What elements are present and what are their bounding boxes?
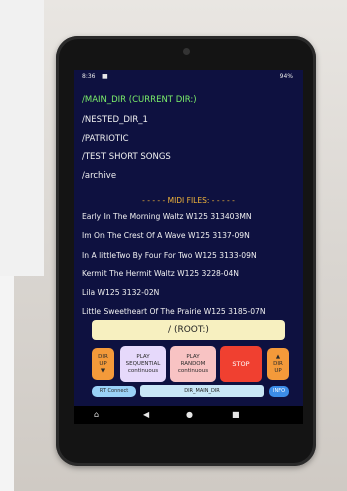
song-item[interactable]: Early In The Morning Waltz W125 313403MN (82, 212, 252, 221)
home-circle-icon[interactable]: ● (186, 410, 193, 419)
btn-line: SEQUENTIAL (125, 360, 161, 367)
dir-up-button-left[interactable]: DIR UP ▼ (92, 348, 114, 380)
play-sequential-button[interactable]: PLAY SEQUENTIAL continuous (120, 346, 166, 382)
song-item[interactable]: Im On The Crest Of A Wave W125 3137-09N (82, 231, 250, 240)
btn-line: continuous (127, 367, 159, 374)
song-item[interactable]: In A littleTwo By Four For Two W125 3133… (82, 251, 257, 260)
status-time: 8:36 (82, 73, 96, 80)
arrow-up-icon: ▲ (275, 353, 281, 360)
dir-up-button-right[interactable]: ▲ DIR UP (267, 348, 289, 380)
left-panel (0, 0, 44, 276)
btn-line: RANDOM (180, 360, 206, 367)
song-item[interactable]: Lila W125 3132-02N (82, 288, 159, 297)
home-icon[interactable]: ⌂ (94, 410, 99, 419)
info-button[interactable]: INFO (269, 386, 289, 397)
dir-label: DIR (98, 353, 108, 360)
song-item[interactable]: Kermit The Hermit Waltz W125 3228-04N (82, 269, 239, 278)
up-label: UP (274, 367, 282, 374)
btn-line: PLAY (136, 353, 150, 360)
dir-item[interactable]: /archive (82, 171, 116, 181)
btn-line: PLAY (186, 353, 200, 360)
current-path-display: DIR_MAIN_DIR (140, 385, 264, 397)
dir-item[interactable]: /PATRIOTIC (82, 134, 129, 144)
tablet-screen: 8:36 ■ 94% /MAIN_DIR (CURRENT DIR:) /NES… (74, 70, 303, 424)
rt-connect-button[interactable]: RT Connect (92, 386, 136, 397)
stop-label: STOP (232, 359, 250, 368)
up-label: UP (99, 360, 107, 367)
dir-label: DIR (273, 360, 283, 367)
dir-item[interactable]: /NESTED_DIR_1 (82, 115, 148, 125)
notification-icon: ■ (102, 73, 108, 80)
android-nav-bar: ⌂ ◀ ● ■ (74, 406, 303, 424)
back-icon[interactable]: ◀ (143, 410, 149, 419)
btn-line: continuous (177, 367, 209, 374)
dir-item[interactable]: /TEST SHORT SONGS (82, 152, 171, 162)
play-random-button[interactable]: PLAY RANDOM continuous (170, 346, 216, 382)
status-bar: 8:36 ■ 94% (74, 70, 303, 82)
song-item[interactable]: Little Sweetheart Of The Prairie W125 31… (82, 307, 266, 316)
dir-item-current[interactable]: /MAIN_DIR (CURRENT DIR:) (82, 95, 197, 105)
recents-icon[interactable]: ■ (232, 410, 240, 419)
battery-status: 94% (279, 73, 293, 80)
root-dir-button[interactable]: / (ROOT:) (92, 320, 285, 340)
stop-button[interactable]: STOP (220, 346, 262, 382)
front-camera-icon (183, 48, 190, 55)
midi-files-header: - - - - - MIDI FILES: - - - - - (142, 196, 235, 205)
arrow-down-icon: ▼ (100, 367, 106, 374)
